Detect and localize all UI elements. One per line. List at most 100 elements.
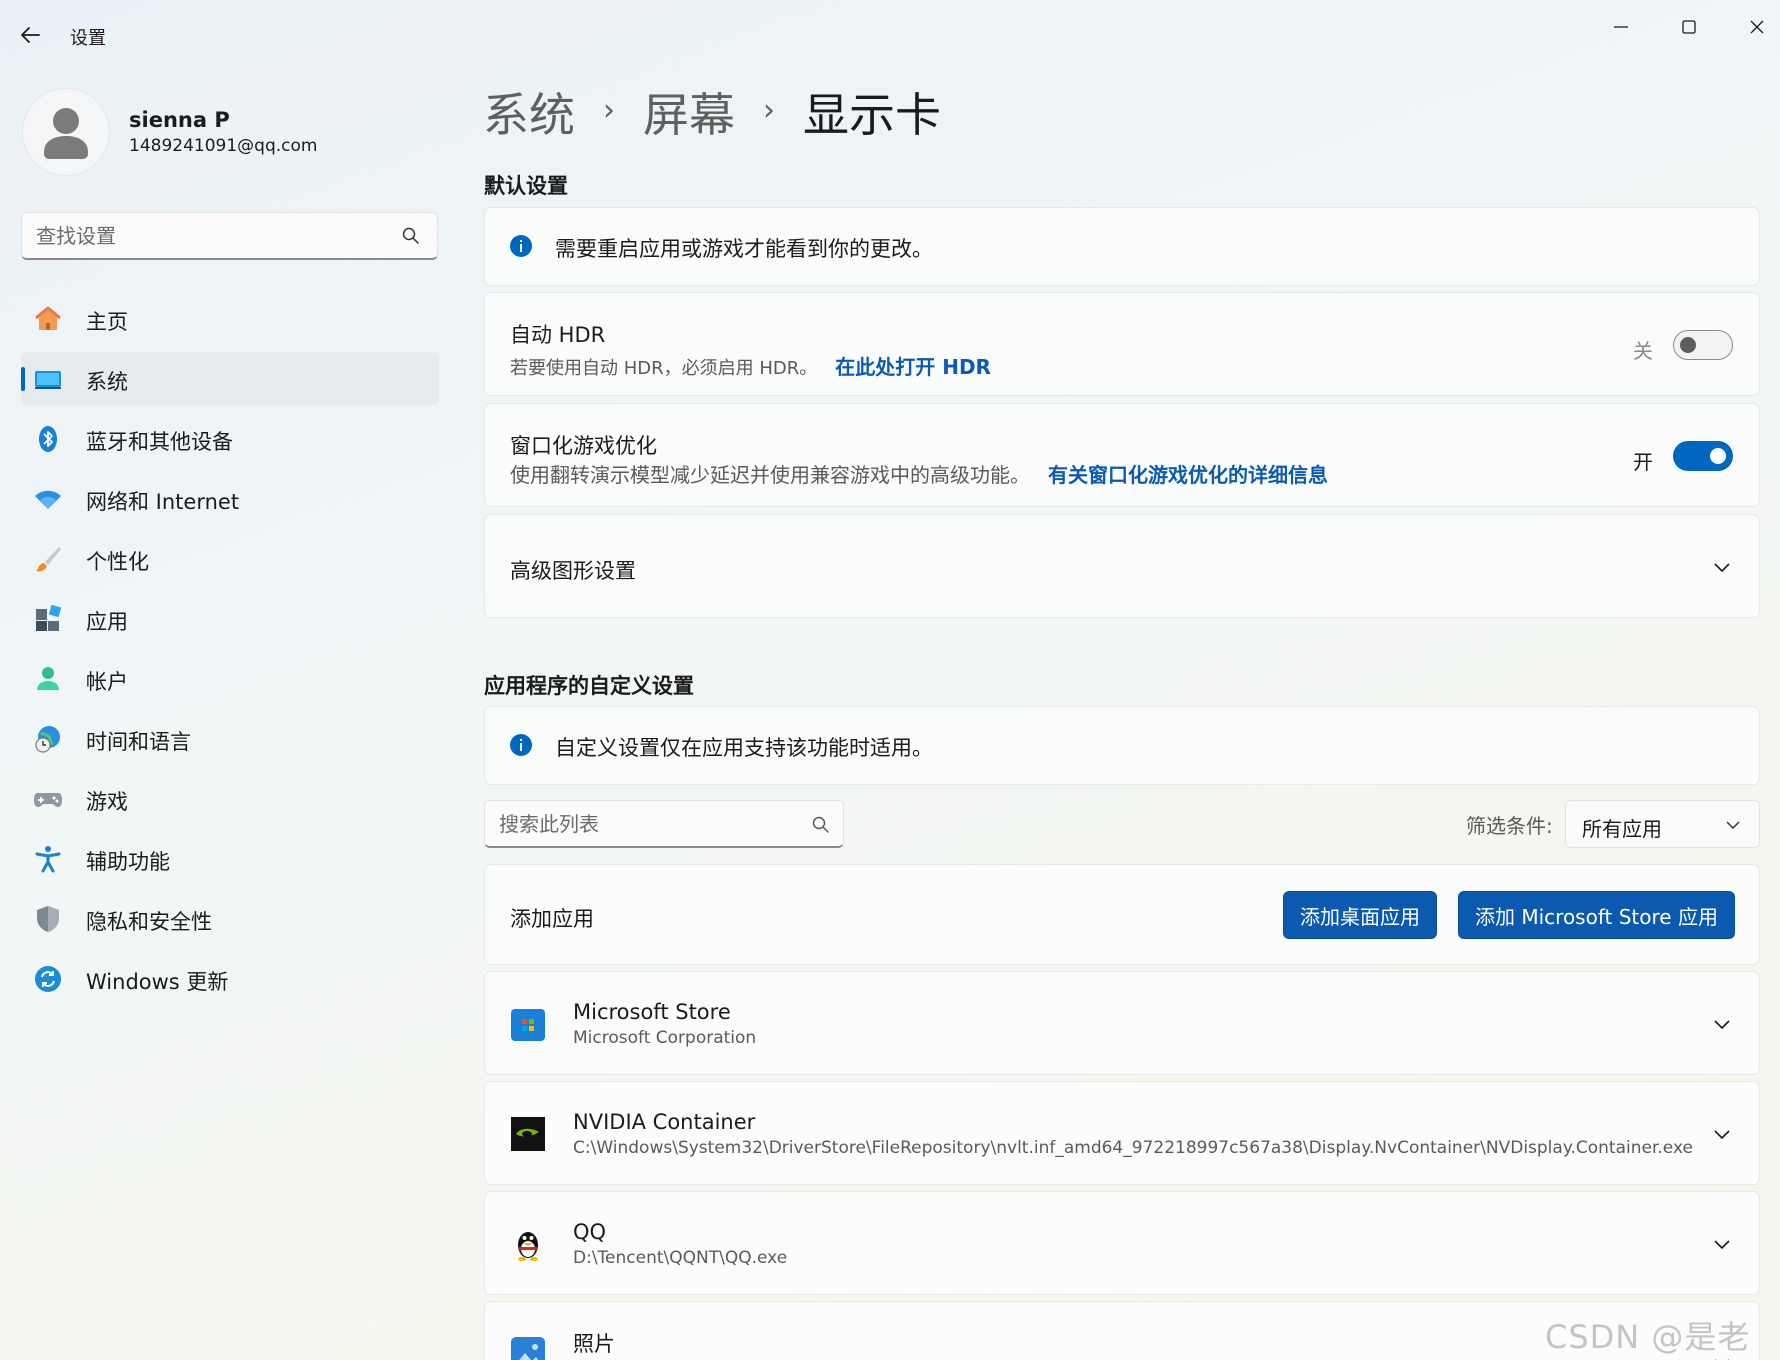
info-icon [510, 235, 532, 257]
app-title: 设置 [70, 28, 106, 49]
sidebar-item-label: 辅助功能 [86, 850, 170, 874]
sidebar-item-accounts[interactable]: 帐户 [21, 652, 439, 705]
app-row-nvidia-container[interactable]: NVIDIA Container C:\Windows\System32\Dri… [484, 1081, 1760, 1185]
close-button[interactable] [1734, 10, 1780, 44]
sidebar-item-label: Windows 更新 [86, 970, 229, 994]
watermark: CSDN @是老余 [1545, 1318, 1751, 1356]
info-icon [510, 734, 532, 756]
setting-windowed-games: 窗口化游戏优化 使用翻转演示模型减少延迟并使用兼容游戏中的高级功能。 有关窗口化游… [484, 403, 1760, 507]
apps-icon [36, 604, 62, 631]
setting-desc: 使用翻转演示模型减少延迟并使用兼容游戏中的高级功能。 有关窗口化游戏优化的详细信息 [510, 459, 1328, 488]
brush-icon [36, 547, 61, 572]
user-email: 1489241091@qq.com [129, 136, 318, 156]
list-search[interactable] [484, 800, 844, 848]
auto-hdr-toggle[interactable] [1673, 330, 1733, 360]
chevron-down-icon[interactable] [1711, 556, 1733, 578]
sidebar-item-time-language[interactable]: 时间和语言 [21, 712, 439, 765]
title-bar: 设置 [0, 0, 1780, 70]
sidebar-item-apps[interactable]: 应用 [21, 592, 439, 645]
sidebar-item-home[interactable]: 主页 [21, 292, 439, 345]
app-name: QQ [573, 1220, 607, 1244]
breadcrumb: 系统 › 屏幕 › 显示卡 [483, 82, 941, 142]
chevron-down-icon [1726, 821, 1740, 830]
app-row-microsoft-store[interactable]: Microsoft Store Microsoft Corporation [484, 971, 1760, 1075]
chevron-down-icon[interactable] [1711, 1013, 1733, 1035]
nvidia-icon [511, 1117, 545, 1151]
microsoft-store-icon [511, 1009, 545, 1041]
filter-dropdown[interactable]: 所有应用 [1565, 800, 1760, 848]
add-app-card: 添加应用 添加桌面应用 添加 Microsoft Store 应用 [484, 864, 1760, 965]
shield-icon [37, 906, 59, 932]
settings-search[interactable] [21, 212, 438, 260]
add-app-label: 添加应用 [510, 907, 594, 931]
user-name: sienna P [129, 108, 230, 132]
setting-title: 自动 HDR [510, 323, 606, 347]
wifi-icon [35, 490, 61, 509]
info-card-app-support: 自定义设置仅在应用支持该功能时适用。 [484, 706, 1760, 785]
breadcrumb-item-system[interactable]: 系统 [483, 79, 575, 145]
add-store-app-button[interactable]: 添加 Microsoft Store 应用 [1458, 891, 1735, 939]
section-title-app-settings: 应用程序的自定义设置 [484, 674, 694, 698]
sidebar-nav: 主页 系统 蓝牙和其他设备 网络和 Internet 个性化 应用 帐户 时间和… [21, 292, 439, 1012]
chevron-down-icon[interactable] [1711, 1123, 1733, 1145]
user-silhouette-icon [44, 108, 88, 159]
windowed-games-info-link[interactable]: 有关窗口化游戏优化的详细信息 [1048, 463, 1328, 487]
avatar[interactable] [22, 88, 110, 176]
sidebar-item-label: 蓝牙和其他设备 [86, 430, 233, 454]
sidebar-item-label: 系统 [86, 370, 128, 394]
photos-icon [511, 1337, 545, 1360]
filter-value: 所有应用 [1582, 817, 1662, 841]
back-arrow-icon [21, 27, 40, 43]
sidebar-item-network[interactable]: 网络和 Internet [21, 472, 439, 525]
setting-title: 高级图形设置 [510, 559, 636, 583]
sidebar-item-privacy[interactable]: 隐私和安全性 [21, 892, 439, 945]
sidebar-item-gaming[interactable]: 游戏 [21, 772, 439, 825]
app-row-qq[interactable]: QQ D:\Tencent\QQNT\QQ.exe [484, 1191, 1760, 1295]
setting-advanced-graphics[interactable]: 高级图形设置 [484, 514, 1760, 618]
info-text: 需要重启应用或游戏才能看到你的更改。 [555, 237, 933, 261]
sidebar-item-label: 帐户 [86, 670, 128, 694]
breadcrumb-separator-icon: › [603, 92, 615, 128]
app-publisher: Microsoft Corporation [573, 1028, 757, 1048]
filter-label: 筛选条件: [1466, 814, 1553, 838]
sidebar-item-label: 时间和语言 [86, 730, 191, 754]
open-hdr-link[interactable]: 在此处打开 HDR [835, 355, 991, 379]
app-name: NVIDIA Container [573, 1110, 756, 1134]
maximize-icon [1682, 20, 1696, 34]
sidebar-item-windows-update[interactable]: Windows 更新 [21, 952, 439, 1005]
sidebar-item-label: 个性化 [86, 550, 149, 574]
setting-title: 窗口化游戏优化 [510, 434, 657, 458]
qq-penguin-icon [518, 1232, 538, 1261]
close-icon [1750, 20, 1764, 34]
sidebar-item-accessibility[interactable]: 辅助功能 [21, 832, 439, 885]
chevron-down-icon[interactable] [1711, 1233, 1733, 1255]
settings-search-input[interactable] [36, 213, 396, 259]
toggle-knob [1680, 337, 1696, 353]
maximize-button[interactable] [1666, 10, 1712, 44]
sidebar-item-personalization[interactable]: 个性化 [21, 532, 439, 585]
list-search-input[interactable] [499, 801, 799, 847]
toggle-state-label: 开 [1633, 450, 1653, 474]
breadcrumb-separator-icon: › [763, 92, 775, 128]
search-icon[interactable] [401, 226, 421, 246]
account-icon [37, 667, 59, 690]
sidebar-item-label: 游戏 [86, 790, 128, 814]
windowed-games-toggle[interactable] [1673, 441, 1733, 471]
globe-clock-icon [35, 726, 60, 753]
toggle-knob [1710, 448, 1726, 464]
minimize-button[interactable] [1598, 10, 1644, 44]
breadcrumb-item-display[interactable]: 屏幕 [643, 79, 735, 145]
update-icon [35, 966, 61, 992]
info-text: 自定义设置仅在应用支持该功能时适用。 [555, 736, 933, 760]
gamepad-icon [34, 793, 62, 807]
minimize-icon [1614, 26, 1628, 28]
add-desktop-app-button[interactable]: 添加桌面应用 [1283, 891, 1437, 939]
back-button[interactable] [18, 22, 44, 48]
app-name: Microsoft Store [573, 1000, 731, 1024]
system-icon [35, 371, 61, 389]
sidebar-item-bluetooth[interactable]: 蓝牙和其他设备 [21, 412, 439, 465]
bluetooth-icon [39, 426, 57, 452]
sidebar-item-label: 应用 [86, 610, 128, 634]
search-icon[interactable] [811, 815, 831, 835]
sidebar-item-system[interactable]: 系统 [21, 352, 439, 405]
